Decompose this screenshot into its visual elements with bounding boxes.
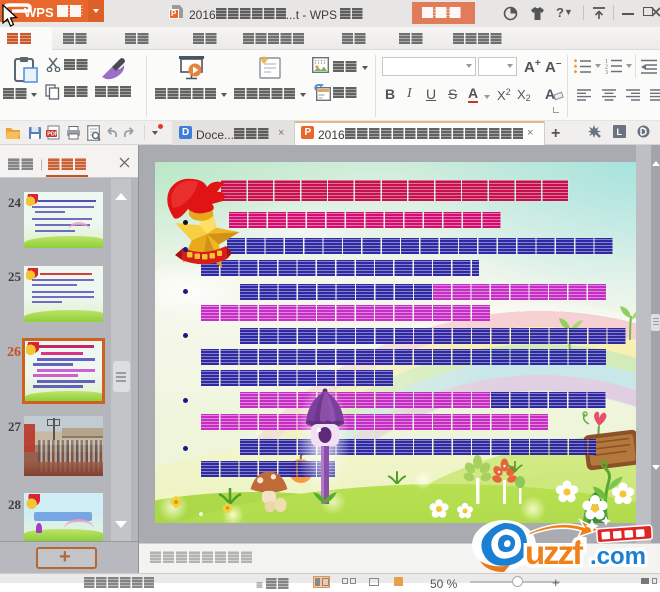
svg-text:uzzf: uzzf (525, 534, 584, 571)
svg-text:3: 3 (605, 70, 608, 74)
svg-text:.com: .com (590, 543, 646, 570)
svg-text:PDF: PDF (47, 132, 59, 138)
